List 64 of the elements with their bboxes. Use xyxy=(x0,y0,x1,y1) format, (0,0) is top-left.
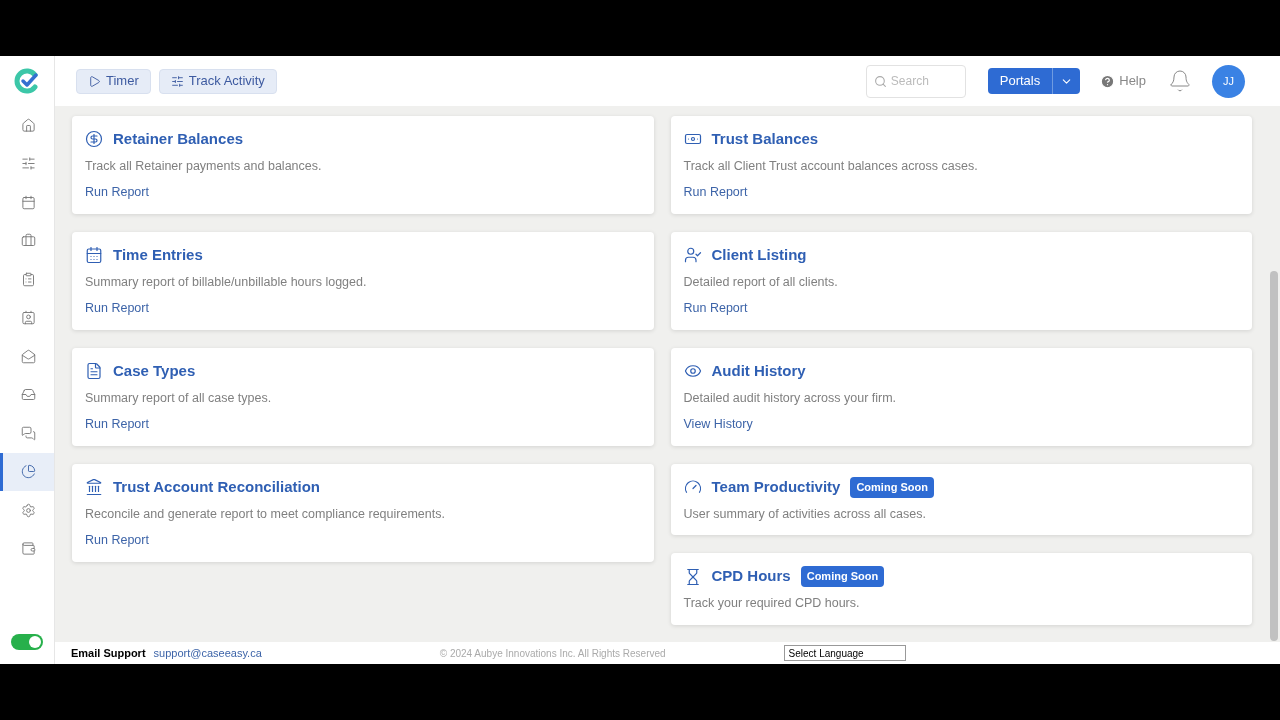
card-title: Time Entries xyxy=(113,245,203,265)
card-description: User summary of activities across all cases. xyxy=(683,505,927,523)
sliders-icon xyxy=(21,156,36,172)
toggle-switch[interactable] xyxy=(11,634,43,650)
card-description: Reconcile and generate report to meet compliance requirements. xyxy=(85,505,446,523)
card-title: Retainer Balances xyxy=(113,129,244,149)
coming-soon-badge: Coming Soon xyxy=(850,477,934,498)
calendar-icon xyxy=(21,194,36,210)
document-icon xyxy=(85,362,103,381)
play-icon xyxy=(88,74,101,88)
card-description: Track your required CPD hours. xyxy=(683,594,861,612)
portals-button[interactable]: Portals xyxy=(987,68,1053,94)
card-description: Track all Retainer payments and balances. xyxy=(85,157,323,175)
scrollbar-thumb[interactable] xyxy=(1270,271,1278,641)
card-description: Detailed audit history across your firm. xyxy=(683,389,898,407)
user-check-icon xyxy=(683,246,702,265)
run-report-link[interactable]: Run Report xyxy=(85,299,149,318)
run-report-link[interactable]: Run Report xyxy=(683,183,748,202)
card-title: Trust Account Reconciliation xyxy=(113,477,320,497)
coming-soon-badge: Coming Soon xyxy=(800,566,885,587)
portals-dropdown-button[interactable] xyxy=(1052,68,1081,94)
run-report-link[interactable]: View History xyxy=(683,415,753,434)
card-title: Team Productivity xyxy=(711,477,841,497)
language-select[interactable]: Select Language xyxy=(783,645,906,661)
calendar-icon xyxy=(85,246,103,265)
card-description: Track all Client Trust account balances across cases. xyxy=(683,157,979,175)
home-icon xyxy=(21,117,36,133)
clipboard-icon xyxy=(21,271,36,287)
bank-icon xyxy=(85,478,103,497)
toolbar-button[interactable]: Timer xyxy=(76,68,151,94)
support-email-link[interactable]: support@caseeasy.ca xyxy=(153,644,262,662)
help-button[interactable]: Help xyxy=(1100,71,1146,91)
search-icon xyxy=(873,74,887,88)
card-title: Client Listing xyxy=(711,245,807,265)
run-report-link[interactable]: Run Report xyxy=(85,531,149,550)
email-support-label: Email Support xyxy=(71,645,146,661)
mail-icon xyxy=(21,348,36,364)
sidebar-item[interactable] xyxy=(0,452,54,491)
pie-chart-icon xyxy=(21,464,36,480)
card-title: CPD Hours xyxy=(711,566,791,587)
card-title: Trust Balances xyxy=(711,129,819,149)
card-description: Summary report of billable/unbillable hours logged. xyxy=(85,273,368,291)
dollar-coin-icon xyxy=(85,130,103,149)
notification-bell-icon[interactable] xyxy=(1168,69,1192,93)
chat-icon xyxy=(21,425,36,441)
contact-card-icon xyxy=(21,310,36,326)
user-avatar[interactable]: JJ xyxy=(1212,64,1245,98)
copyright-text: © 2024 Aubye Innovations Inc. All Rights Reserved xyxy=(439,646,666,661)
run-report-link[interactable]: Run Report xyxy=(683,299,748,318)
run-report-link[interactable]: Run Report xyxy=(85,183,149,202)
wallet-icon xyxy=(21,541,36,557)
run-report-link[interactable]: Run Report xyxy=(85,415,149,434)
briefcase-icon xyxy=(21,233,36,249)
logo-icon xyxy=(13,67,41,95)
toolbar-button[interactable]: Track Activity xyxy=(158,68,277,94)
sliders-icon xyxy=(170,74,184,88)
card-description: Detailed report of all clients. xyxy=(683,273,839,291)
card-title: Audit History xyxy=(711,361,806,381)
inbox-icon xyxy=(21,387,36,403)
help-icon xyxy=(1100,73,1116,89)
card-title: Case Types xyxy=(113,361,196,381)
card-description: Summary report of all case types. xyxy=(85,389,273,407)
search-field[interactable]: Search xyxy=(865,64,966,98)
settings-icon xyxy=(21,502,36,518)
